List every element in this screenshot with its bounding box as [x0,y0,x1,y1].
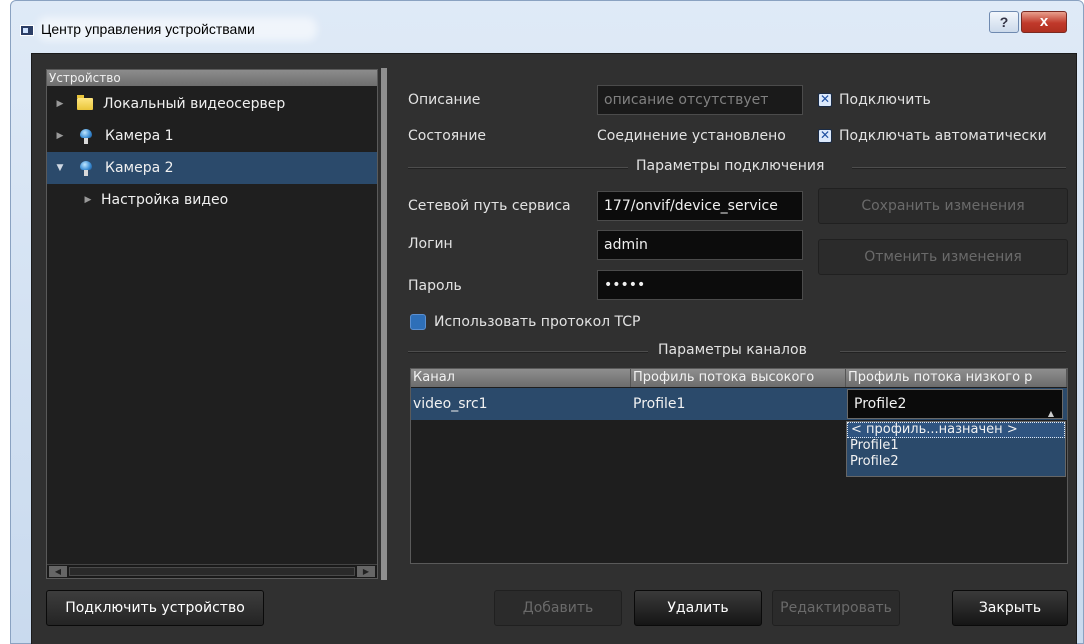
separator-line [408,351,648,353]
scroll-left-icon[interactable]: ◀ [49,566,67,577]
column-header-low-profile[interactable]: Профиль потока низкого р [846,369,1067,387]
tree-item-camera-1[interactable]: ▶ Камера 1 [47,120,377,152]
edit-button[interactable]: Редактировать [772,590,900,626]
scrollbar-thumb[interactable] [69,567,355,576]
collapse-arrow-icon[interactable]: ▼ [55,163,65,173]
connect-device-button[interactable]: Подключить устройство [46,590,264,626]
camera-icon [77,127,95,145]
separator-line [852,167,1066,169]
help-button[interactable]: ? [989,11,1019,33]
expand-arrow-icon[interactable]: ▶ [55,131,65,141]
channels-table[interactable]: Канал Профиль потока высокого Профиль по… [410,368,1068,564]
dropdown-option[interactable]: < профиль...назначен > [847,422,1065,438]
connection-section-title: Параметры подключения [636,158,825,174]
tree-item-local-videoserver[interactable]: ▶ Локальный видеосервер [47,88,377,120]
expand-arrow-icon[interactable]: ▶ [55,99,65,109]
dropdown-option[interactable]: Profile1 [847,438,1065,454]
camera-icon [77,159,95,177]
tree-item-label: Камера 2 [105,160,174,176]
tree-item-camera-2[interactable]: ▼ Камера 2 [47,152,377,184]
connect-checkbox[interactable] [818,92,832,107]
password-label: Пароль [408,278,462,294]
scroll-right-icon[interactable]: ▶ [357,566,375,577]
app-icon [20,25,34,36]
save-changes-button[interactable]: Сохранить изменения [818,188,1068,224]
device-manager-window: Центр управления устройствами ? x Устрой… [10,0,1084,644]
device-tree[interactable]: Устройство ▶ Локальный видеосервер ▶ Кам… [46,69,378,579]
close-button[interactable]: Закрыть [952,590,1068,626]
tree-header[interactable]: Устройство [47,70,377,86]
folder-icon [77,95,93,110]
tcp-label: Использовать протокол TCP [434,314,641,330]
title-bar[interactable]: Центр управления устройствами ? x [11,1,1083,53]
state-value: Соединение установлено [597,128,786,144]
cancel-changes-button[interactable]: Отменить изменения [818,239,1068,275]
tree-item-label: Камера 1 [105,128,174,144]
autoconnect-checkbox[interactable] [818,128,832,143]
channels-section-title: Параметры каналов [658,342,807,358]
description-input[interactable]: описание отсутствует [597,85,803,115]
client-area: Устройство ▶ Локальный видеосервер ▶ Кам… [31,53,1077,644]
delete-button[interactable]: Удалить [634,590,762,626]
combobox-value: Profile2 [854,396,907,412]
login-label: Логин [408,236,453,252]
tree-item-label: Настройка видео [101,192,229,208]
service-path-label: Сетевой путь сервиса [408,198,571,214]
profile-dropdown-list[interactable]: < профиль...назначен > Profile1 Profile2 [846,421,1066,477]
expand-arrow-icon[interactable]: ▶ [83,195,93,205]
service-path-input[interactable]: 177/onvif/device_service [597,191,803,221]
description-label: Описание [408,92,481,108]
autoconnect-label: Подключать автоматически [839,128,1047,144]
column-header-channel[interactable]: Канал [411,369,631,387]
separator-line [840,351,1066,353]
high-profile-cell: Profile1 [633,396,686,412]
state-label: Состояние [408,128,487,144]
panel-splitter[interactable] [381,68,387,580]
password-input[interactable]: ••••• [597,270,803,300]
low-profile-combobox[interactable]: Profile2 ▲ [847,389,1063,419]
add-button[interactable]: Добавить [494,590,622,626]
channel-cell: video_src1 [413,396,488,412]
column-header-high-profile[interactable]: Профиль потока высокого [631,369,846,387]
login-input[interactable]: admin [597,230,803,260]
window-title: Центр управления устройствами [41,21,255,37]
dropdown-option[interactable]: Profile2 [847,454,1065,470]
tree-item-label: Локальный видеосервер [103,96,286,112]
close-window-button[interactable]: x [1021,11,1067,33]
tree-horizontal-scrollbar[interactable]: ◀ ▶ [47,564,377,578]
tcp-checkbox[interactable] [410,314,426,330]
connect-label: Подключить [839,92,931,108]
tree-item-video-settings[interactable]: ▶ Настройка видео [47,184,377,216]
separator-line [408,167,628,169]
